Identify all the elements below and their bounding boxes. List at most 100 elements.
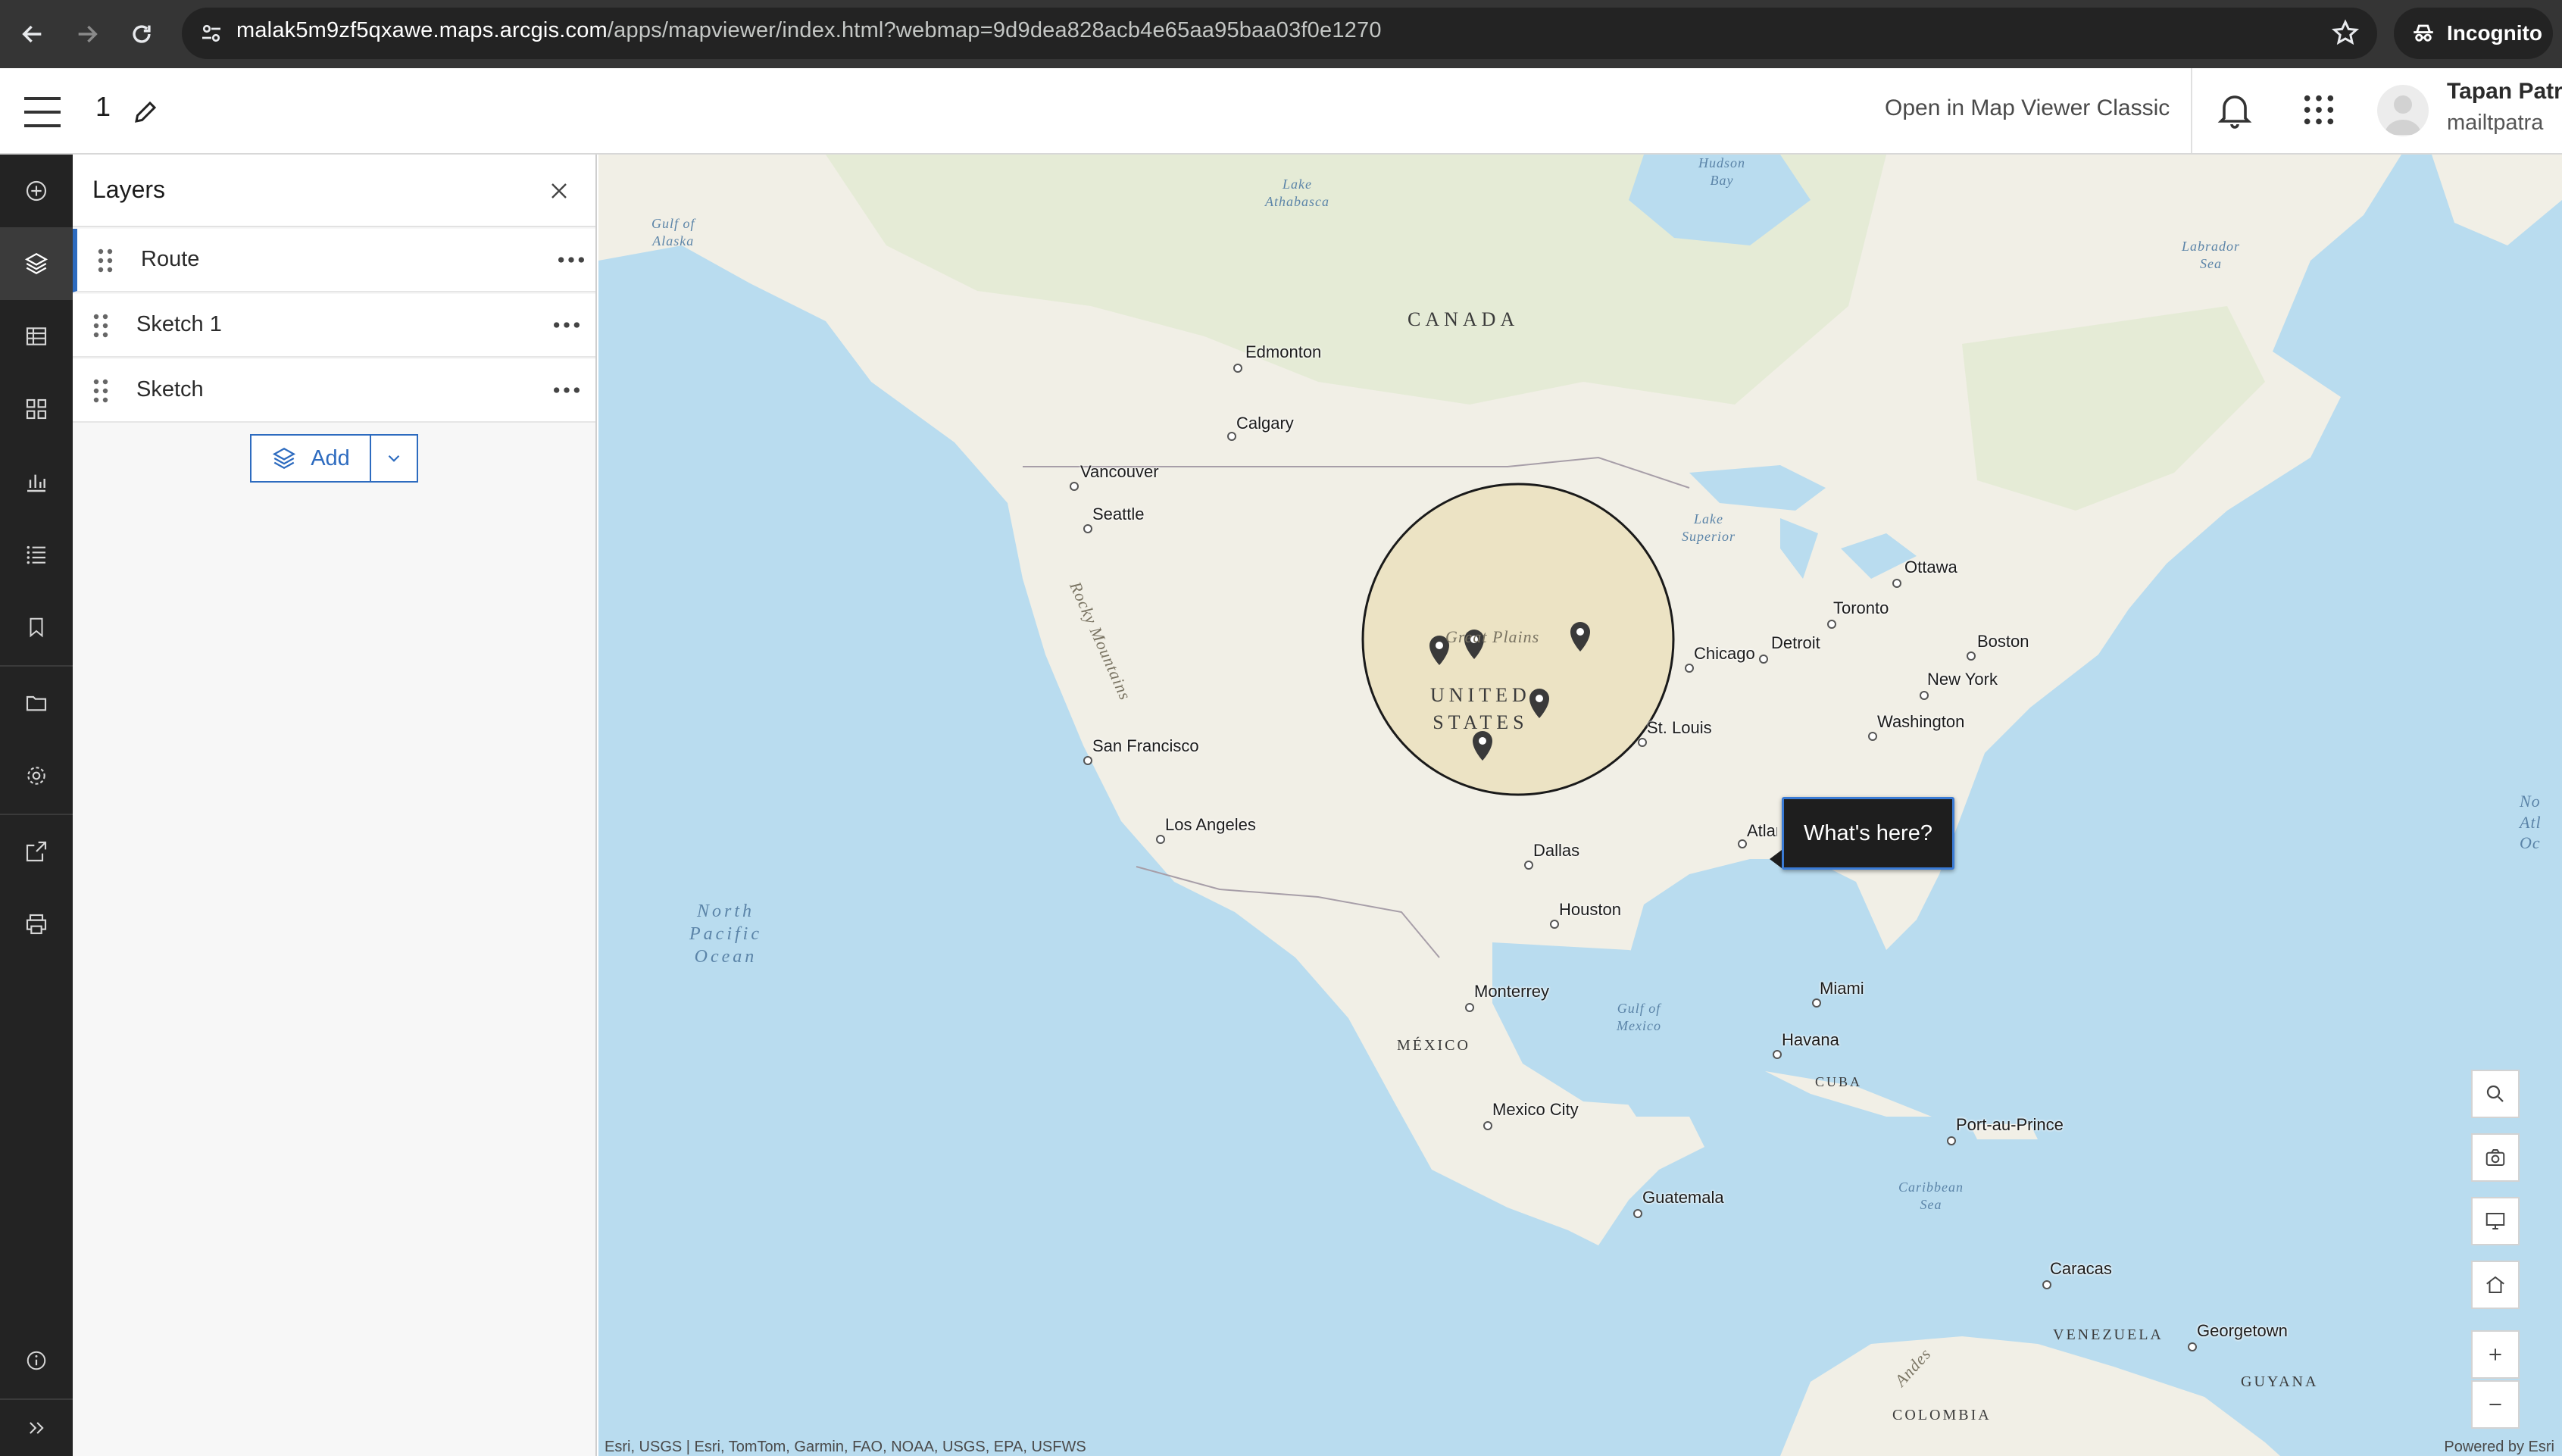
layers-action[interactable]	[0, 227, 73, 300]
panel-header: Layers	[73, 155, 595, 227]
zoom-out-button[interactable]	[2471, 1380, 2520, 1429]
water-label: No Atl Oc	[2520, 792, 2542, 852]
layer-item-route[interactable]: Route	[73, 229, 595, 292]
back-button[interactable]	[14, 15, 52, 53]
menu-icon[interactable]	[23, 95, 62, 129]
search-button[interactable]	[2471, 1070, 2520, 1118]
city-marker	[1483, 1121, 1492, 1130]
app-header: 1 Open in Map Viewer Classic Tapan Patra…	[0, 68, 2562, 155]
drag-handle-icon[interactable]	[89, 377, 112, 405]
open-classic-link[interactable]: Open in Map Viewer Classic	[1885, 95, 2170, 121]
drag-handle-icon[interactable]	[89, 312, 112, 339]
settings-action[interactable]	[0, 739, 73, 812]
powered-by[interactable]: Powered by Esri	[2444, 1439, 2554, 1456]
add-action[interactable]	[0, 155, 73, 227]
city-label: Vancouver	[1080, 462, 1159, 481]
basemap-action[interactable]	[0, 373, 73, 445]
map-view[interactable]: Gulf of Alaska Hudson Bay Lake Athabasca…	[598, 155, 2562, 1456]
avatar[interactable]	[2377, 85, 2429, 136]
water-label: Lake Athabasca	[1265, 177, 1329, 209]
panel-title: Layers	[92, 176, 166, 203]
header-divider	[2191, 68, 2192, 153]
bookmarks-action[interactable]	[0, 591, 73, 664]
legend-icon	[27, 545, 45, 564]
bookmark-star-icon[interactable]	[2330, 18, 2360, 48]
basemap-gallery-button[interactable]	[2471, 1133, 2520, 1182]
folder-action[interactable]	[0, 667, 73, 739]
reload-icon	[133, 25, 151, 43]
city-marker	[2188, 1342, 2197, 1351]
city-marker	[1227, 432, 1236, 441]
layer-item-sketch-1[interactable]: Sketch 1	[73, 294, 595, 358]
add-icon	[26, 180, 47, 202]
info-action[interactable]	[0, 1324, 73, 1397]
city-label: Toronto	[1833, 598, 1889, 617]
incognito-badge[interactable]: Incognito	[2394, 8, 2553, 59]
site-info-icon[interactable]	[197, 20, 226, 47]
country-label: COLOMBIA	[1892, 1407, 1992, 1423]
print-action[interactable]	[0, 888, 73, 961]
charts-icon	[27, 474, 45, 492]
city-label: Mexico City	[1492, 1100, 1579, 1119]
city-label: Chicago	[1694, 644, 1755, 663]
tables-action[interactable]	[0, 300, 73, 373]
layer-item-sketch[interactable]: Sketch	[73, 359, 595, 423]
city-marker	[1812, 998, 1821, 1008]
country-label: UNITED STATES	[1430, 684, 1531, 734]
more-options-icon[interactable]	[551, 379, 582, 401]
user-handle: mailtpatra	[2447, 111, 2544, 135]
zoom-in-button[interactable]	[2471, 1330, 2520, 1379]
city-label: Ottawa	[1904, 558, 1957, 576]
drag-handle-icon[interactable]	[94, 247, 117, 274]
pencil-icon[interactable]	[132, 98, 159, 126]
forward-button[interactable]	[68, 15, 106, 53]
water-label: Hudson Bay	[1698, 155, 1746, 188]
water-label: Gulf of Alaska	[651, 216, 695, 248]
layer-label: Sketch	[136, 377, 204, 401]
monitor-icon	[2485, 1213, 2505, 1229]
city-label: San Francisco	[1092, 736, 1199, 755]
city-label: Georgetown	[2197, 1321, 2288, 1340]
more-options-icon[interactable]	[556, 248, 586, 271]
add-layer-button[interactable]: Add	[252, 436, 371, 481]
plus-icon	[2489, 1348, 2501, 1361]
chevron-down-icon	[388, 455, 400, 462]
layers-icon	[24, 252, 48, 275]
reload-button[interactable]	[123, 15, 161, 53]
search-icon	[2486, 1085, 2504, 1102]
camera-icon	[2485, 1149, 2505, 1166]
city-label: Guatemala	[1642, 1188, 1724, 1207]
legend-action[interactable]	[0, 518, 73, 591]
city-marker	[1685, 664, 1694, 673]
add-label: Add	[311, 445, 350, 470]
incognito-label: Incognito	[2447, 21, 2542, 45]
basemap-icon	[26, 398, 47, 420]
url-path: /apps/mapviewer/index.html?webmap=9d9dea…	[607, 18, 1382, 42]
home-button[interactable]	[2471, 1261, 2520, 1309]
app-launcher-icon[interactable]	[2301, 92, 2336, 127]
city-label: Atlanta	[1747, 821, 1777, 840]
bookmarks-icon	[30, 617, 43, 638]
share-action[interactable]	[0, 815, 73, 888]
city-label: Dallas	[1533, 841, 1580, 860]
expand-action[interactable]	[0, 1400, 73, 1456]
user-name[interactable]: Tapan Patra	[2447, 79, 2562, 105]
address-bar[interactable]: malak5m9zf5qxawe.maps.arcgis.com/apps/ma…	[182, 8, 2377, 59]
more-options-icon[interactable]	[551, 314, 582, 336]
bell-icon[interactable]	[2217, 91, 2253, 130]
city-label: Caracas	[2050, 1259, 2112, 1278]
country-label: CANADA	[1408, 308, 1520, 330]
full-screen-button[interactable]	[2471, 1197, 2520, 1245]
city-marker	[1868, 732, 1877, 741]
city-marker	[1465, 1003, 1474, 1012]
add-layer-menu-button[interactable]	[371, 436, 417, 481]
charts-action[interactable]	[0, 445, 73, 518]
whats-here-popup[interactable]: What's here?	[1782, 797, 1954, 870]
city-marker	[1967, 651, 1976, 661]
city-marker	[2042, 1280, 2051, 1289]
city-label: Port-au-Prince	[1956, 1115, 2064, 1134]
map-attribution[interactable]: Esri, USGS | Esri, TomTom, Garmin, FAO, …	[605, 1439, 1086, 1456]
layer-label: Sketch 1	[136, 312, 222, 336]
close-icon[interactable]	[545, 177, 573, 205]
print-icon	[26, 914, 47, 935]
